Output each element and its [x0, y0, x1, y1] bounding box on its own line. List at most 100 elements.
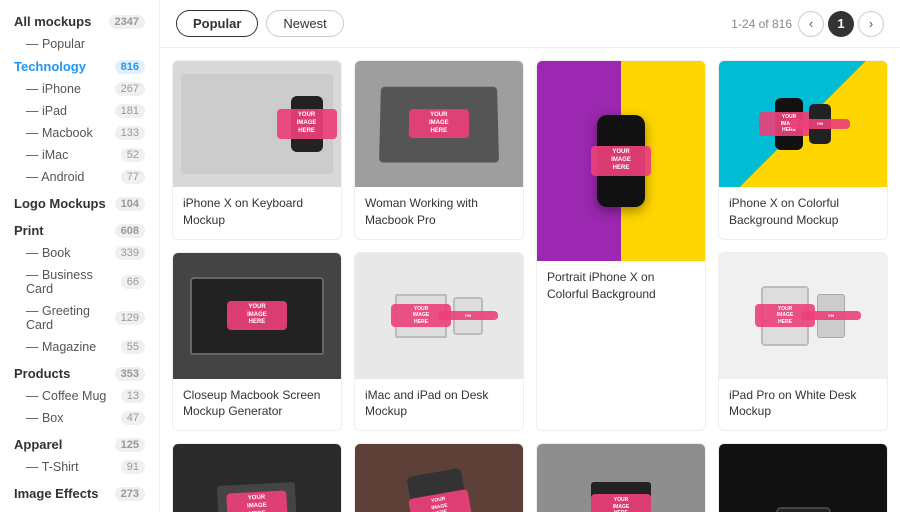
card-iphone-keyboard[interactable]: YOURIMAGEHERE iPhone X on Keyboard Mocku… — [172, 60, 342, 240]
sidebar-item-imac[interactable]: — iMac 52 — [0, 144, 159, 166]
sidebar-count-all: 2347 — [109, 15, 145, 29]
page-navigation: ‹ 1 › — [798, 11, 884, 37]
sidebar-label-logo: Logo Mockups — [14, 196, 106, 211]
sidebar-label-magazine: — Magazine — [26, 340, 96, 354]
card-tablet-table[interactable]: YOURIMAGEHERE — [354, 443, 524, 512]
sidebar-count-macbook: 133 — [115, 126, 145, 140]
sidebar-item-iphone[interactable]: — iPhone 267 — [0, 78, 159, 100]
sidebar-count-products: 353 — [115, 367, 145, 381]
card-thumb-10: YOURIMAGEHERE — [537, 444, 705, 512]
card-macbook-closeup[interactable]: YOURIMAGEHERE Closeup Macbook Screen Moc… — [172, 252, 342, 432]
sidebar-item-businesscard[interactable]: — Business Card 66 — [0, 264, 159, 300]
main-content: Popular Newest 1-24 of 816 ‹ 1 › — [160, 0, 900, 512]
card-woman-macbook[interactable]: YOURIMAGEHERE Woman Working with Macbook… — [354, 60, 524, 240]
sidebar-count-book: 339 — [115, 246, 145, 260]
sidebar-count-businesscard: 66 — [121, 275, 145, 289]
card-thumb-3: YOURIMAGEHERE — [537, 61, 705, 261]
card-body-5: Closeup Macbook Screen Mockup Generator — [173, 379, 341, 431]
sidebar-label-tshirt: — T-Shirt — [26, 460, 79, 474]
card-title-5: Closeup Macbook Screen Mockup Generator — [183, 387, 331, 421]
card-thumb-2: YOURIMAGEHERE — [355, 61, 523, 187]
sidebar-label-products: Products — [14, 366, 70, 381]
sidebar-item-logo[interactable]: Logo Mockups 104 — [0, 192, 159, 215]
sidebar-item-greetingcard[interactable]: — Greeting Card 129 — [0, 300, 159, 336]
card-body-2: Woman Working with Macbook Pro — [355, 187, 523, 239]
sidebar-label-coffeemug: — Coffee Mug — [26, 389, 106, 403]
prev-page-button[interactable]: ‹ — [798, 11, 824, 37]
pagination-info: 1-24 of 816 — [731, 17, 792, 31]
sidebar-count-imageeffects: 273 — [115, 487, 145, 501]
card-ipad-white[interactable]: YOURIMAGEHERE YIH iPad Pro on White Desk… — [718, 252, 888, 432]
sidebar-count-magazine: 55 — [121, 340, 145, 354]
sidebar-count-coffeemug: 13 — [121, 389, 145, 403]
sidebar-label-all: All mockups — [14, 14, 91, 29]
next-page-button[interactable]: › — [858, 11, 884, 37]
card-thumb-1: YOURIMAGEHERE — [173, 61, 341, 187]
sidebar-item-print[interactable]: Print 608 — [0, 219, 159, 242]
sidebar-count-imac: 52 — [121, 148, 145, 162]
sidebar-item-popular[interactable]: — Popular — [0, 33, 159, 55]
tab-newest[interactable]: Newest — [266, 10, 343, 37]
sidebar-label-technology: Technology — [14, 59, 86, 74]
sidebar-item-android[interactable]: — Android 77 — [0, 166, 159, 188]
card-body-3: Portrait iPhone X on Colorful Background — [537, 261, 705, 313]
sidebar-count-ipad: 181 — [115, 104, 145, 118]
sidebar-count-logo: 104 — [115, 197, 145, 211]
sidebar-item-ipad[interactable]: — iPad 181 — [0, 100, 159, 122]
sidebar-item-macbook[interactable]: — Macbook 133 — [0, 122, 159, 144]
card-business-dark[interactable]: YOURIMAGEHERE — [172, 443, 342, 512]
sidebar-label-ipad: — iPad — [26, 104, 67, 118]
sidebar-label-greetingcard: — Greeting Card — [26, 304, 115, 332]
current-page: 1 — [828, 11, 854, 37]
sidebar-count-apparel: 125 — [115, 438, 145, 452]
toolbar: Popular Newest 1-24 of 816 ‹ 1 › — [160, 0, 900, 48]
card-thumb-4: YOURIMAGEHERE YIH — [719, 61, 887, 187]
card-body-4: iPhone X on Colorful Background Mockup — [719, 187, 887, 239]
sidebar-count-technology: 816 — [115, 60, 145, 74]
card-imac-ipad[interactable]: YOURIMAGEHERE YIH iMac and iPad on Desk … — [354, 252, 524, 432]
sidebar-label-box: — Box — [26, 411, 64, 425]
sidebar-label-iphone: — iPhone — [26, 82, 81, 96]
card-body-1: iPhone X on Keyboard Mockup — [173, 187, 341, 239]
sidebar-item-magazine[interactable]: — Magazine 55 — [0, 336, 159, 358]
card-thumb-6: YOURIMAGEHERE YIH — [355, 253, 523, 379]
sidebar-count-android: 77 — [121, 170, 145, 184]
sidebar-label-businesscard: — Business Card — [26, 268, 121, 296]
card-iphone-purple[interactable]: YOURIMAGEHERE Portrait iPhone X on Color… — [536, 60, 706, 431]
card-thumb-9: YOURIMAGEHERE — [355, 444, 523, 512]
card-title-2: Woman Working with Macbook Pro — [365, 195, 513, 229]
card-ipad-black[interactable]: YOURIMAGEHERE — [718, 443, 888, 512]
sidebar-label-imac: — iMac — [26, 148, 68, 162]
sidebar-label-apparel: Apparel — [14, 437, 62, 452]
sidebar-label-book: — Book — [26, 246, 70, 260]
card-title-3: Portrait iPhone X on Colorful Background — [547, 269, 695, 303]
sidebar-item-all[interactable]: All mockups 2347 — [0, 10, 159, 33]
sidebar-count-print: 608 — [115, 224, 145, 238]
sidebar-item-technology[interactable]: Technology 816 — [0, 55, 159, 78]
sidebar-item-tshirt[interactable]: — T-Shirt 91 — [0, 456, 159, 478]
grid-area: YOURIMAGEHERE iPhone X on Keyboard Mocku… — [160, 48, 900, 512]
sidebar-item-products[interactable]: Products 353 — [0, 362, 159, 385]
card-thumb-11: YOURIMAGEHERE — [719, 444, 887, 512]
card-thumb-7: YOURIMAGEHERE YIH — [719, 253, 887, 379]
sidebar-item-coffeemug[interactable]: — Coffee Mug 13 — [0, 385, 159, 407]
card-title-4: iPhone X on Colorful Background Mockup — [729, 195, 877, 229]
card-iphone-colorful[interactable]: YOURIMAGEHERE YIH iPhone X on Colorful B… — [718, 60, 888, 240]
tab-popular[interactable]: Popular — [176, 10, 258, 37]
sidebar-count-tshirt: 91 — [121, 460, 145, 474]
sidebar-item-book[interactable]: — Book 339 — [0, 242, 159, 264]
sidebar-item-imageeffects[interactable]: Image Effects 273 — [0, 482, 159, 505]
card-title-7: iPad Pro on White Desk Mockup — [729, 387, 877, 421]
sidebar-label-android: — Android — [26, 170, 84, 184]
sidebar-item-apparel[interactable]: Apparel 125 — [0, 433, 159, 456]
sidebar-label-popular-sub: — Popular — [26, 37, 85, 51]
card-title-1: iPhone X on Keyboard Mockup — [183, 195, 331, 229]
sidebar-label-print: Print — [14, 223, 44, 238]
sidebar-count-box: 47 — [121, 411, 145, 425]
sidebar-count-greetingcard: 129 — [115, 311, 145, 325]
sidebar: All mockups 2347 — Popular Technology 81… — [0, 0, 160, 512]
pagination-area: 1-24 of 816 ‹ 1 › — [731, 11, 884, 37]
sidebar-item-box[interactable]: — Box 47 — [0, 407, 159, 429]
sidebar-label-imageeffects: Image Effects — [14, 486, 99, 501]
card-man-surface[interactable]: YOURIMAGEHERE Man Using Surface Pro Tabl… — [536, 443, 706, 512]
